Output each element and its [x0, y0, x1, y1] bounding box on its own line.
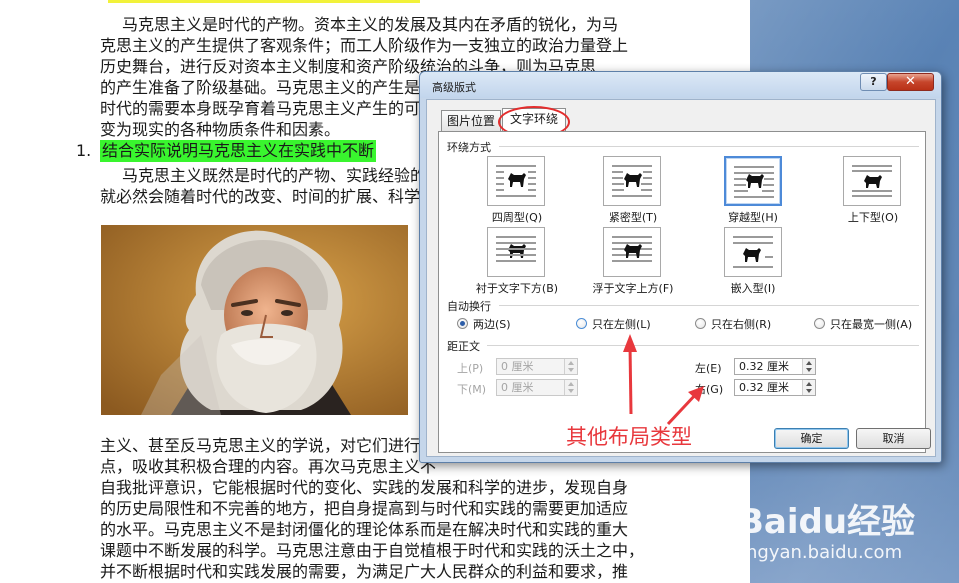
annotation-arrow	[666, 391, 699, 426]
annotation-text: 其他布局类型	[566, 425, 692, 449]
annotation-arrows	[623, 334, 704, 426]
annotation-arrow	[628, 344, 633, 415]
arrow-head	[623, 334, 637, 352]
